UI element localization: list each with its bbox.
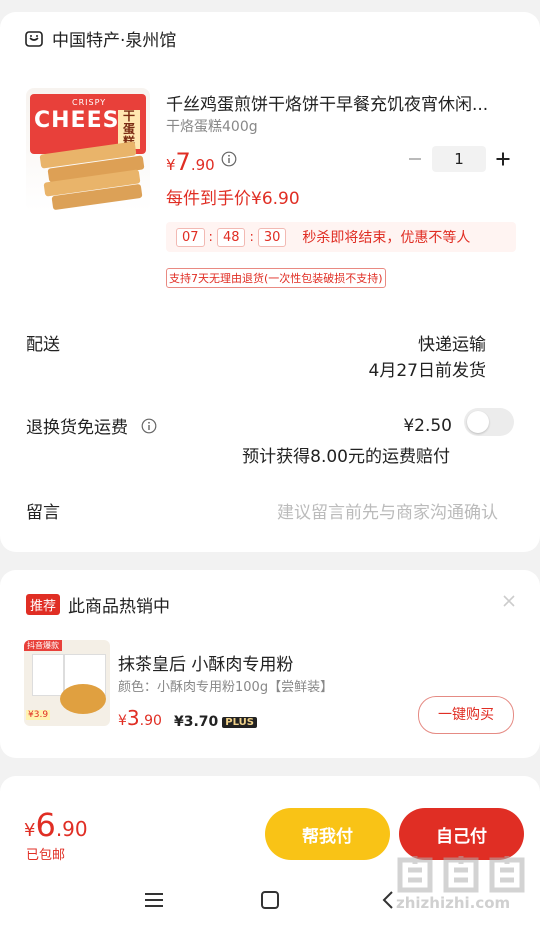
price-info-icon[interactable]	[220, 150, 238, 168]
recommend-image-price: ¥3.9	[26, 710, 51, 720]
return-shipping-row: 退换货免运费	[26, 413, 158, 438]
product-spec[interactable]: 干烙蛋糕400g	[166, 116, 258, 136]
plus-icon[interactable]	[490, 146, 516, 172]
return-shipping-price: ¥2.50	[403, 416, 452, 436]
recommend-badge: 推荐	[26, 594, 61, 615]
product-image-badge: CRISPY	[72, 98, 107, 107]
countdown-text: 秒杀即将结束，优惠不等人	[302, 230, 471, 246]
menu-icon[interactable]	[142, 888, 166, 912]
recommend-header: 推荐 此商品热销中	[26, 592, 170, 617]
shop-header[interactable]: 中国特产·泉州馆	[24, 26, 176, 51]
return-policy-badge: 支持7天无理由退货(一次性包装破损不支持)	[166, 268, 386, 288]
price-dec: .90	[190, 156, 215, 174]
countdown-minutes: 48	[216, 227, 246, 247]
product-price: ¥ 7 .90	[166, 148, 215, 176]
one-click-buy-button[interactable]: 一键购买	[418, 696, 514, 734]
plus-badge: PLUS	[222, 716, 257, 728]
close-icon[interactable]	[500, 592, 518, 610]
countdown-hours: 07	[176, 227, 205, 247]
pay-bar: ¥ 6 .90 已包邮 帮我付 自己付 zhizhizhi.com	[0, 776, 540, 936]
flash-sale-countdown: 07 : 48 : 30 秒杀即将结束，优惠不等人	[166, 222, 516, 252]
total-price: ¥ 6 .90	[24, 806, 88, 844]
delivery-label: 配送	[26, 335, 60, 355]
home-icon[interactable]	[258, 888, 282, 912]
recommend-item-variant: 颜色：小酥肉专用粉100g【尝鲜装】	[118, 680, 334, 695]
price-symbol: ¥	[166, 156, 176, 174]
per-item-price: 每件到手价¥6.90	[166, 189, 300, 209]
minus-icon[interactable]	[402, 146, 428, 172]
message-label: 留言	[26, 503, 60, 523]
return-shipping-note: 预计获得8.00元的运费赔付	[242, 447, 450, 467]
shop-icon	[24, 29, 44, 49]
order-card: 中国特产·泉州馆 CRISPY CHEESE 干蛋糕 千丝鸡蛋煎饼干烙饼干早餐充…	[0, 12, 540, 552]
recommend-card: 推荐 此商品热销中 抖音爆款 ¥3.9 抹茶皇后 小酥肉专用粉 颜色：小酥肉专用…	[0, 570, 540, 758]
shipping-note: 已包邮	[26, 848, 66, 863]
recommend-item-title[interactable]: 抹茶皇后 小酥肉专用粉	[118, 650, 293, 675]
delivery-method[interactable]: 快递运输	[418, 330, 486, 355]
quantity-value[interactable]: 1	[432, 146, 486, 172]
recommend-price: ¥ 3 .90	[118, 706, 162, 730]
return-shipping-label: 退换货免运费	[26, 418, 128, 438]
price-int: 7	[175, 148, 191, 176]
delivery-date: 4月27日前发货	[368, 361, 486, 381]
return-shipping-toggle[interactable]	[464, 408, 514, 436]
product-image[interactable]: CRISPY CHEESE 干蛋糕	[26, 88, 150, 212]
recommend-image-tag: 抖音爆款	[24, 640, 62, 651]
product-title[interactable]: 千丝鸡蛋煎饼干烙饼干早餐充饥夜宵休闲...	[166, 90, 516, 115]
watermark-logo: zhizhizhi.com	[394, 852, 534, 912]
return-shipping-info-icon[interactable]	[140, 417, 158, 435]
recommend-plus-price: ¥3.70 PLUS	[174, 714, 257, 730]
recommend-item-image[interactable]: 抖音爆款 ¥3.9	[24, 640, 110, 726]
help-pay-button[interactable]: 帮我付	[265, 808, 390, 860]
shop-name: 中国特产·泉州馆	[52, 31, 177, 51]
watermark-text: zhizhizhi.com	[396, 894, 511, 912]
recommend-title: 此商品热销中	[68, 597, 171, 617]
quantity-stepper: 1	[402, 146, 516, 172]
message-input[interactable]: 建议留言前先与商家沟通确认	[277, 498, 498, 523]
countdown-seconds: 30	[257, 227, 287, 247]
